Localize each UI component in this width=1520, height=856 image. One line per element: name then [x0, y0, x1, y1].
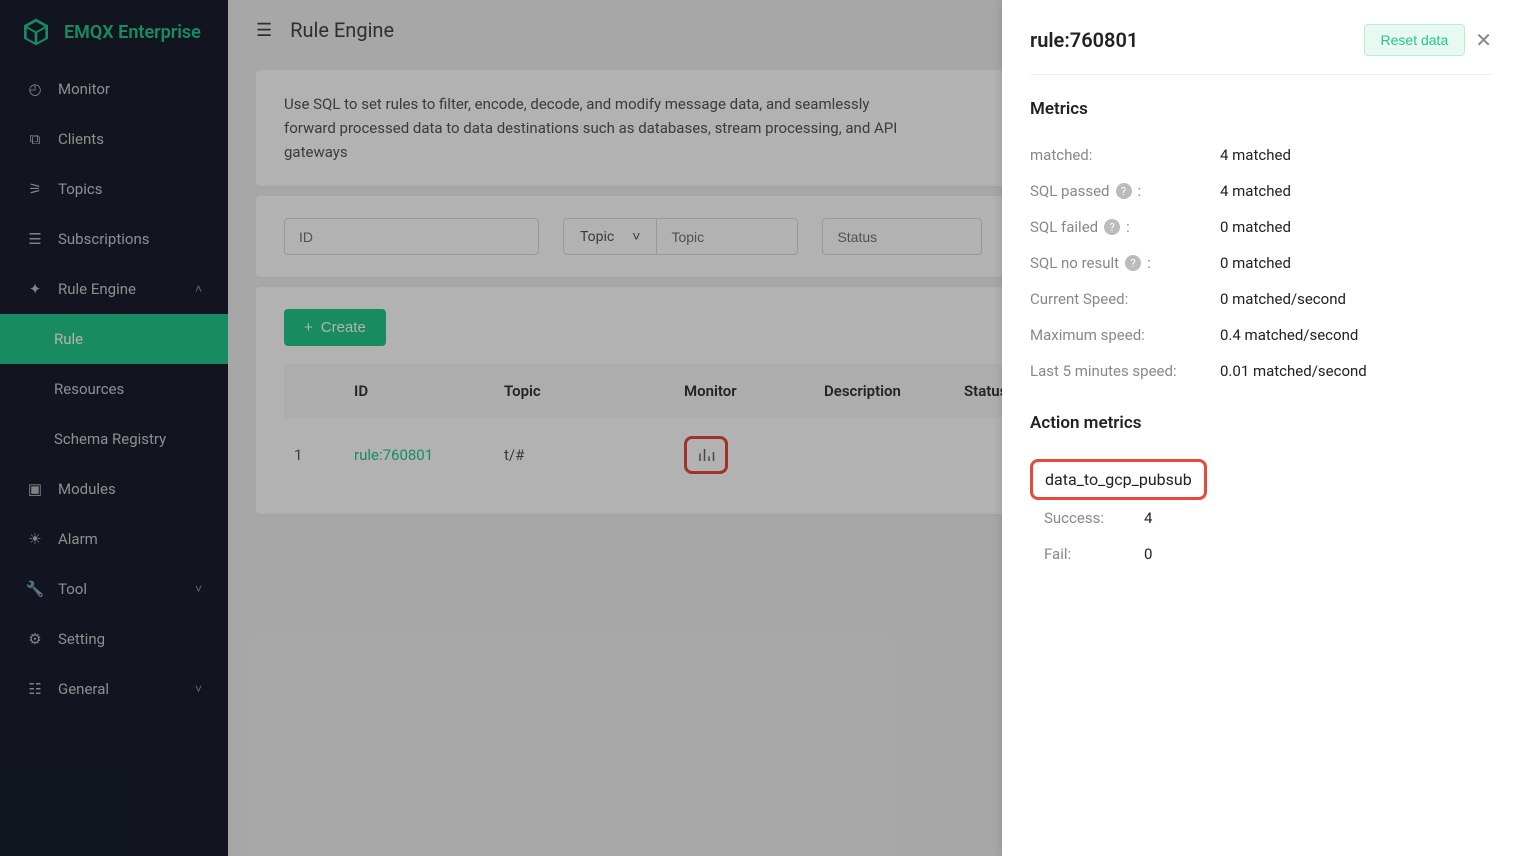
- metric-sql-failed: SQL failed ?:0 matched: [1030, 209, 1492, 245]
- action-metrics-title: Action metrics: [1030, 413, 1492, 433]
- metric-sql-noresult: SQL no result ?:0 matched: [1030, 245, 1492, 281]
- metric-max-speed: Maximum speed:0.4 matched/second: [1030, 317, 1492, 353]
- help-icon[interactable]: ?: [1116, 183, 1132, 199]
- close-icon[interactable]: ✕: [1475, 28, 1492, 52]
- action-fail: Fail:0: [1030, 536, 1492, 572]
- drawer-title: rule:760801: [1030, 28, 1138, 52]
- action-success: Success:4: [1030, 500, 1492, 536]
- metrics-drawer: rule:760801 Reset data ✕ Metrics matched…: [1002, 0, 1520, 856]
- help-icon[interactable]: ?: [1125, 255, 1141, 271]
- metric-sql-passed: SQL passed ? :4 matched: [1030, 173, 1492, 209]
- action-name-box: data_to_gcp_pubsub: [1030, 459, 1207, 500]
- metric-current-speed: Current Speed:0 matched/second: [1030, 281, 1492, 317]
- reset-data-button[interactable]: Reset data: [1364, 24, 1466, 56]
- metric-last5-speed: Last 5 minutes speed:0.01 matched/second: [1030, 353, 1492, 389]
- metrics-title: Metrics: [1030, 99, 1492, 119]
- metric-matched: matched:4 matched: [1030, 137, 1492, 173]
- drawer-header: rule:760801 Reset data ✕: [1030, 24, 1492, 75]
- help-icon[interactable]: ?: [1104, 219, 1120, 235]
